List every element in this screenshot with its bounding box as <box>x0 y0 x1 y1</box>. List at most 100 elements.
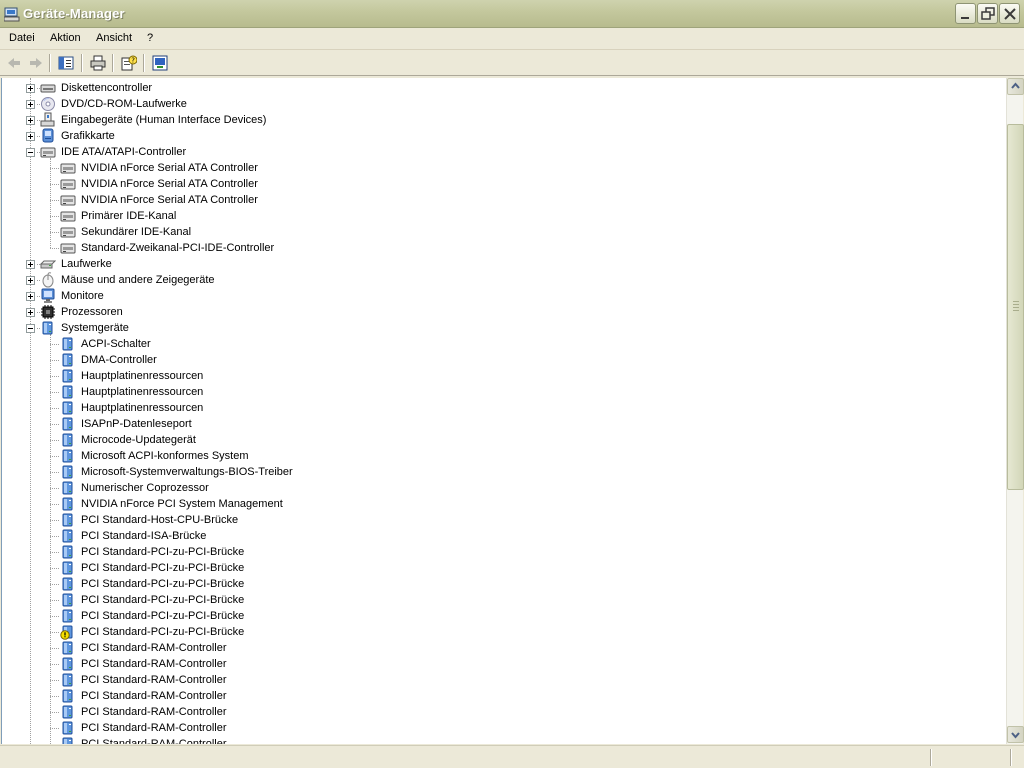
menu-help[interactable]: ? <box>147 32 153 44</box>
system-device-icon <box>62 689 73 703</box>
tree-device[interactable]: PCI Standard-Host-CPU-Brücke <box>2 512 602 528</box>
expand-toggle[interactable] <box>26 292 35 301</box>
restore-button[interactable] <box>977 3 998 24</box>
tree-device[interactable]: PCI Standard-PCI-zu-PCI-Brücke <box>2 608 602 624</box>
display-adapter-icon <box>42 128 54 143</box>
tree-device[interactable]: Sekundärer IDE-Kanal <box>2 224 602 240</box>
tree-device[interactable]: PCI Standard-PCI-zu-PCI-Brücke <box>2 624 602 640</box>
tree-device[interactable]: PCI Standard-ISA-Brücke <box>2 528 602 544</box>
tree-device[interactable]: PCI Standard-RAM-Controller <box>2 704 602 720</box>
tree-device[interactable]: Primärer IDE-Kanal <box>2 208 602 224</box>
close-button[interactable] <box>999 3 1020 24</box>
vertical-scrollbar[interactable] <box>1006 78 1024 744</box>
expand-toggle[interactable] <box>26 308 35 317</box>
tree-category[interactable]: DVD/CD-ROM-Laufwerke <box>2 96 602 112</box>
tree-device[interactable]: PCI Standard-RAM-Controller <box>2 656 602 672</box>
expand-toggle[interactable] <box>26 116 35 125</box>
menu-ansicht[interactable]: Ansicht <box>96 32 132 44</box>
help-button[interactable]: ? <box>118 53 140 73</box>
tree-device[interactable]: DMA-Controller <box>2 352 602 368</box>
tree-device[interactable]: PCI Standard-RAM-Controller <box>2 640 602 656</box>
mouse-icon <box>42 272 54 288</box>
expand-toggle[interactable] <box>26 100 35 109</box>
tree-category[interactable]: Mäuse und andere Zeigegeräte <box>2 272 602 288</box>
back-button[interactable] <box>3 53 25 73</box>
system-device-icon <box>62 433 73 447</box>
tree-device[interactable]: Hauptplatinenressourcen <box>2 368 602 384</box>
tree-device[interactable]: Microcode-Updategerät <box>2 432 602 448</box>
collapse-toggle[interactable] <box>26 148 35 157</box>
tree-guide-line <box>50 600 59 601</box>
tree-device[interactable]: PCI Standard-PCI-zu-PCI-Brücke <box>2 544 602 560</box>
tree-node-label: Microsoft-Systemverwaltungs-BIOS-Treiber <box>81 466 293 478</box>
tree-node-label: Primärer IDE-Kanal <box>81 210 177 222</box>
tree-device[interactable]: ISAPnP-Datenleseport <box>2 416 602 432</box>
tree-guide-line <box>50 248 59 249</box>
print-button[interactable] <box>87 53 109 73</box>
tree-node-label: DVD/CD-ROM-Laufwerke <box>61 98 187 110</box>
tree-category[interactable]: Monitore <box>2 288 602 304</box>
show-hide-tree-button[interactable] <box>55 53 77 73</box>
status-panel-divider <box>930 749 932 766</box>
tree-device[interactable]: Hauptplatinenressourcen <box>2 384 602 400</box>
menu-aktion[interactable]: Aktion <box>50 32 81 44</box>
expand-toggle[interactable] <box>26 260 35 269</box>
tree-node-label: Microsoft ACPI-konformes System <box>81 450 249 462</box>
expand-toggle[interactable] <box>26 132 35 141</box>
tree-device[interactable]: PCI Standard-RAM-Controller <box>2 688 602 704</box>
hid-icon <box>40 112 55 127</box>
tree-node-label: PCI Standard-PCI-zu-PCI-Brücke <box>81 562 245 574</box>
tree-device[interactable]: PCI Standard-RAM-Controller <box>2 736 602 744</box>
tree-device[interactable]: Numerischer Coprozessor <box>2 480 602 496</box>
processor-icon <box>41 305 55 319</box>
tree-device[interactable]: NVIDIA nForce Serial ATA Controller <box>2 176 602 192</box>
system-device-icon <box>62 609 73 623</box>
expand-toggle[interactable] <box>26 84 35 93</box>
tree-device[interactable]: PCI Standard-PCI-zu-PCI-Brücke <box>2 560 602 576</box>
tree-device[interactable]: PCI Standard-RAM-Controller <box>2 672 602 688</box>
system-device-icon <box>62 401 73 415</box>
tree-guide-line <box>50 664 59 665</box>
tree-device[interactable]: PCI Standard-PCI-zu-PCI-Brücke <box>2 576 602 592</box>
tree-category[interactable]: Prozessoren <box>2 304 602 320</box>
toolbar-separator <box>81 54 83 72</box>
tree-guide-line <box>50 568 59 569</box>
tree-category[interactable]: Eingabegeräte (Human Interface Devices) <box>2 112 602 128</box>
tree-category[interactable]: Systemgeräte <box>2 320 602 336</box>
tree-device[interactable]: NVIDIA nForce Serial ATA Controller <box>2 192 602 208</box>
tree-node-label: Numerischer Coprozessor <box>81 482 209 494</box>
tree-category[interactable]: Grafikkarte <box>2 128 602 144</box>
scroll-up-button[interactable] <box>1007 78 1024 95</box>
title-bar[interactable]: Geräte-Manager <box>0 0 1024 28</box>
system-device-icon <box>62 337 73 351</box>
expand-toggle[interactable] <box>26 276 35 285</box>
tree-guide-line <box>50 216 59 217</box>
tree-category[interactable]: IDE ATA/ATAPI-Controller <box>2 144 602 160</box>
tree-node-label: NVIDIA nForce Serial ATA Controller <box>81 194 258 206</box>
tree-category[interactable]: Diskettencontroller <box>2 80 602 96</box>
properties-button[interactable] <box>149 53 171 73</box>
collapse-toggle[interactable] <box>26 324 35 333</box>
system-device-icon <box>62 417 73 431</box>
tree-device[interactable]: Standard-Zweikanal-PCI-IDE-Controller <box>2 240 602 256</box>
scroll-grip <box>1013 301 1019 302</box>
minimize-button[interactable] <box>955 3 976 24</box>
tree-guide-line <box>50 488 59 489</box>
menu-datei[interactable]: Datei <box>9 32 35 44</box>
scroll-thumb[interactable] <box>1007 124 1024 490</box>
tree-device[interactable]: ACPI-Schalter <box>2 336 602 352</box>
tree-device[interactable]: Microsoft-Systemverwaltungs-BIOS-Treiber <box>2 464 602 480</box>
tree-device[interactable]: Hauptplatinenressourcen <box>2 400 602 416</box>
tree-device[interactable]: PCI Standard-PCI-zu-PCI-Brücke <box>2 592 602 608</box>
tree-device[interactable]: NVIDIA nForce PCI System Management <box>2 496 602 512</box>
scroll-down-button[interactable] <box>1007 726 1024 743</box>
tree-device[interactable]: NVIDIA nForce Serial ATA Controller <box>2 160 602 176</box>
tree-device[interactable]: PCI Standard-RAM-Controller <box>2 720 602 736</box>
tree-guide-line <box>50 184 59 185</box>
status-panel-divider <box>1010 749 1012 766</box>
tree-guide-line <box>50 536 59 537</box>
forward-button[interactable] <box>25 53 47 73</box>
tree-category[interactable]: Laufwerke <box>2 256 602 272</box>
tree-device[interactable]: Microsoft ACPI-konformes System <box>2 448 602 464</box>
device-tree[interactable]: Diskettencontroller DVD/CD-ROM-Laufwerke E… <box>1 78 1006 744</box>
